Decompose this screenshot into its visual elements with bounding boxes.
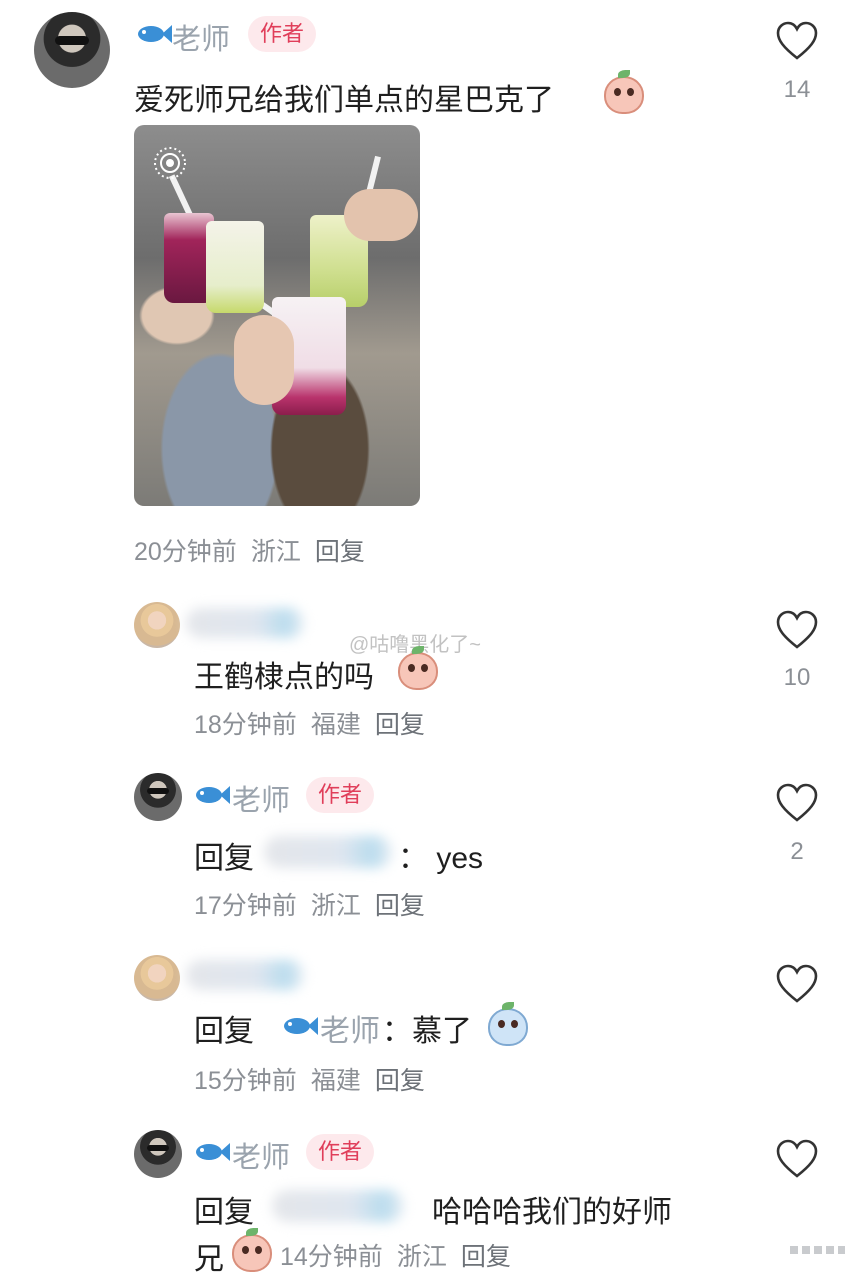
- avatar[interactable]: [134, 1130, 182, 1178]
- crying-emoji-icon: [488, 1002, 528, 1046]
- more-dots-icon: [790, 1246, 845, 1254]
- comment-photo[interactable]: [134, 125, 420, 506]
- redacted-username: [264, 836, 392, 868]
- comment-meta: 17分钟前 浙江 回复: [194, 886, 439, 922]
- comment-time: 20分钟前: [134, 538, 237, 566]
- comment-time: 17分钟前: [194, 892, 297, 920]
- live-photo-icon: [154, 147, 186, 179]
- like-count: 2: [790, 838, 804, 865]
- comment-time: 14分钟前: [280, 1243, 383, 1271]
- comment-meta: 14分钟前 浙江 回复: [280, 1237, 525, 1273]
- fish-icon: [138, 25, 172, 43]
- comment-meta: 18分钟前 福建 回复: [194, 705, 439, 741]
- peach-emoji-icon: [604, 70, 644, 114]
- reply-prefix: 回复: [194, 1196, 254, 1229]
- author-name[interactable]: 老师: [232, 777, 290, 819]
- like-heart-icon[interactable]: [775, 782, 819, 826]
- fish-icon: [196, 1143, 230, 1161]
- reply-prefix: 回复: [194, 1015, 254, 1048]
- author-name[interactable]: 老师: [172, 16, 230, 58]
- comment-meta: 20分钟前 浙江 回复: [134, 532, 379, 568]
- avatar[interactable]: [134, 955, 180, 1001]
- like-heart-icon[interactable]: [775, 1138, 819, 1182]
- comment-location: 浙江: [396, 1243, 447, 1271]
- author-badge: 作者: [248, 16, 317, 52]
- like-heart-icon[interactable]: [775, 609, 819, 653]
- reply-button[interactable]: 回复: [375, 1067, 425, 1095]
- reply-button[interactable]: 回复: [461, 1243, 511, 1271]
- comment-location: 浙江: [250, 538, 301, 566]
- comment-text: ：慕了: [382, 1015, 472, 1048]
- like-count: 14: [783, 76, 811, 103]
- comment-location: 浙江: [310, 892, 361, 920]
- author-badge: 作者: [306, 1134, 375, 1170]
- reply-button[interactable]: 回复: [375, 892, 425, 920]
- peach-emoji-icon: [232, 1228, 272, 1272]
- redacted-username: [186, 960, 304, 990]
- cup-cream: [206, 221, 264, 313]
- avatar[interactable]: [34, 12, 110, 88]
- comment-location: 福建: [310, 711, 361, 739]
- reply-button[interactable]: 回复: [315, 538, 365, 566]
- like-heart-icon[interactable]: [775, 963, 819, 1007]
- redacted-username: [272, 1190, 404, 1222]
- comment-time: 18分钟前: [194, 711, 297, 739]
- reply-button[interactable]: 回复: [375, 711, 425, 739]
- author-name[interactable]: 老师: [232, 1134, 290, 1176]
- comment-text: 哈哈哈我们的好师: [432, 1196, 672, 1229]
- avatar[interactable]: [134, 602, 180, 648]
- author-badge: 作者: [306, 777, 375, 813]
- mention-name[interactable]: 老师: [320, 1006, 380, 1050]
- reply-prefix: 回复: [194, 842, 254, 875]
- comment-text: 王鹤棣点的吗: [194, 661, 374, 694]
- fish-icon: [196, 786, 230, 804]
- avatar[interactable]: [134, 773, 182, 821]
- comment-location: 福建: [310, 1067, 361, 1095]
- fish-icon: [284, 1017, 318, 1035]
- comment-meta: 15分钟前 福建 回复: [194, 1061, 439, 1097]
- redacted-username: [186, 608, 304, 638]
- like-count: 10: [783, 664, 811, 691]
- comment-text-continued: 兄: [194, 1243, 224, 1276]
- like-heart-icon[interactable]: [775, 20, 819, 64]
- comment-text: ： yes: [398, 842, 484, 875]
- comment-text: 爱死师兄给我们单点的星巴克了: [134, 84, 554, 117]
- comment-time: 15分钟前: [194, 1067, 297, 1095]
- peach-emoji-icon: [398, 646, 438, 690]
